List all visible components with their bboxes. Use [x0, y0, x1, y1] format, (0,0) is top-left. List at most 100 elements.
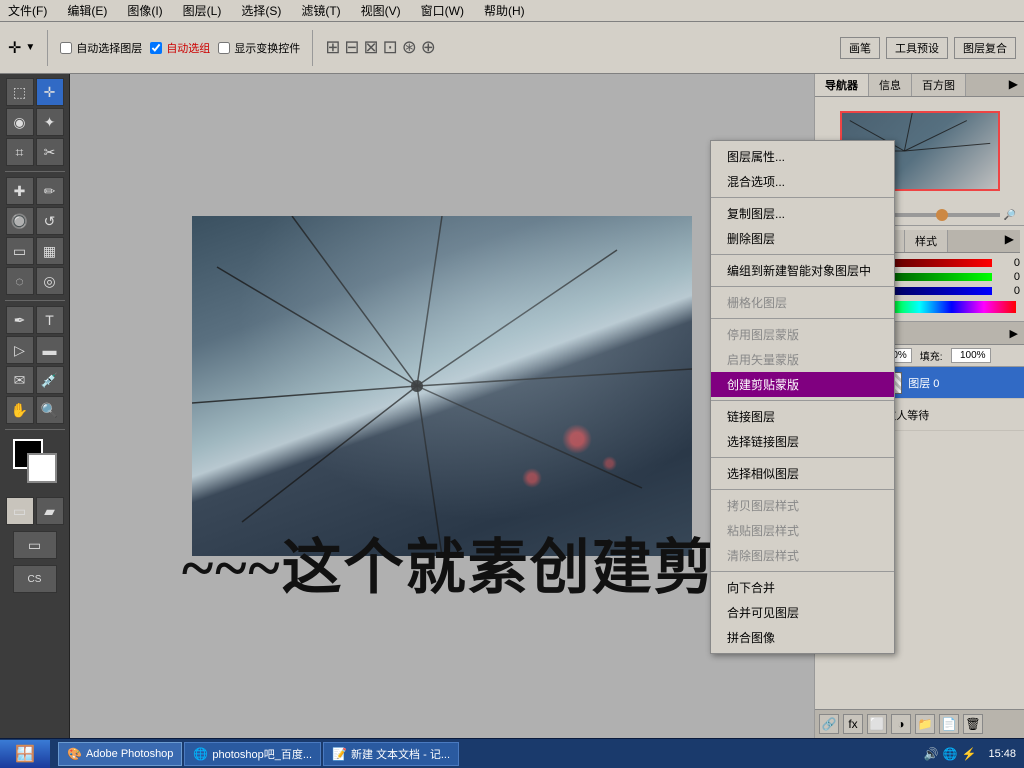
show-transform[interactable]: 显示变换控件 [218, 40, 300, 56]
dodge-tool[interactable]: ◎ [36, 267, 64, 295]
menu-window[interactable]: 窗口(W) [417, 0, 468, 21]
toolbar-sep-2 [312, 30, 313, 66]
add-mask-btn[interactable]: ⬜ [867, 714, 887, 734]
blur-tool[interactable]: ◌ [6, 267, 34, 295]
cs-btn[interactable]: CS [13, 565, 57, 593]
color-options-btn[interactable]: ▶ [999, 230, 1020, 252]
add-style-btn[interactable]: fx [843, 714, 863, 734]
menu-help[interactable]: 帮助(H) [480, 0, 529, 21]
start-button[interactable]: 🪟 [0, 740, 50, 768]
align-left-icon[interactable]: ⊞ [325, 37, 340, 58]
tab-navigator[interactable]: 导航器 [815, 74, 869, 96]
path-select-tool[interactable]: ▷ [6, 336, 34, 364]
ctx-select-linked[interactable]: 选择链接图层 [711, 429, 894, 454]
photo-canvas[interactable] [192, 216, 692, 556]
taskbar-notepad[interactable]: 📝 新建 文本文档 - 记... [323, 742, 459, 766]
ctx-select-similar[interactable]: 选择相似图层 [711, 461, 894, 486]
lasso-tool[interactable]: ◉ [6, 108, 34, 136]
move-tool-btn[interactable]: ✛ ▼ [8, 38, 35, 58]
screen-mode[interactable]: ▭ [13, 531, 57, 559]
brush-tool[interactable]: ✏ [36, 177, 64, 205]
magic-wand-tool[interactable]: ✦ [36, 108, 64, 136]
ctx-duplicate-layer[interactable]: 复制图层... [711, 201, 894, 226]
menu-select[interactable]: 选择(S) [237, 0, 285, 21]
layer-comp-btn[interactable]: 图层复合 [954, 37, 1016, 59]
auto-select-layer[interactable]: 自动选择图层 [60, 40, 142, 56]
zoom-in-icon[interactable]: 🔎 [1004, 210, 1016, 221]
ctx-flatten-image[interactable]: 拼合图像 [711, 625, 894, 650]
background-color[interactable] [27, 453, 57, 483]
fill-input[interactable] [951, 348, 991, 363]
auto-select-group[interactable]: 自动选组 [150, 40, 210, 56]
tray-icon-2: 🌐 [943, 747, 958, 761]
gradient-tool[interactable]: ▦ [36, 237, 64, 265]
tool-preset-btn[interactable]: 工具预设 [886, 37, 948, 59]
align-middle-icon[interactable]: ⊛ [402, 37, 417, 58]
tool-row-1: ⬚ ✛ [6, 78, 64, 106]
auto-select-group-checkbox[interactable] [150, 42, 162, 54]
toolbar: ✛ ▼ 自动选择图层 自动选组 显示变换控件 ⊞ ⊟ ⊠ ⊡ ⊛ ⊕ 画笔 工具… [0, 22, 1024, 74]
history-brush-tool[interactable]: ↺ [36, 207, 64, 235]
menu-edit[interactable]: 编辑(E) [63, 0, 111, 21]
tab-histogram[interactable]: 百方图 [912, 74, 966, 96]
tab-info[interactable]: 信息 [869, 74, 912, 96]
ctx-layer-properties[interactable]: 图层属性... [711, 144, 894, 169]
delete-layer-btn[interactable]: 🗑 [963, 714, 983, 734]
type-tool[interactable]: T [36, 306, 64, 334]
standard-mode[interactable]: ▭ [6, 497, 34, 525]
ctx-blending-options[interactable]: 混合选项... [711, 169, 894, 194]
ctx-delete-layer[interactable]: 删除图层 [711, 226, 894, 251]
windows-icon: 🪟 [15, 744, 35, 764]
quick-mask-mode[interactable]: ▰ [36, 497, 64, 525]
move-tool[interactable]: ✛ [36, 78, 64, 106]
layers-header-options: ▶ [1010, 327, 1018, 340]
ctx-sep-2 [711, 254, 894, 255]
align-bottom-icon[interactable]: ⊕ [421, 37, 436, 58]
auto-select-checkbox[interactable] [60, 42, 72, 54]
hand-tool[interactable]: ✋ [6, 396, 34, 424]
menu-image[interactable]: 图像(I) [123, 0, 166, 21]
align-center-icon[interactable]: ⊟ [344, 37, 359, 58]
ctx-rasterize: 栅格化图层 [711, 290, 894, 315]
notes-tool[interactable]: ✉ [6, 366, 34, 394]
stamp-tool[interactable]: 🔘 [6, 207, 34, 235]
slice-tool[interactable]: ✂ [36, 138, 64, 166]
zoom-tool[interactable]: 🔍 [36, 396, 64, 424]
eraser-tool[interactable]: ▭ [6, 237, 34, 265]
nav-slider-thumb [936, 209, 948, 221]
align-top-icon[interactable]: ⊡ [383, 37, 398, 58]
ctx-sep-6 [711, 457, 894, 458]
healing-brush-tool[interactable]: ✚ [6, 177, 34, 205]
ctx-link-layers[interactable]: 链接图层 [711, 404, 894, 429]
new-fill-btn[interactable]: ◑ [891, 714, 911, 734]
tab-styles[interactable]: 样式 [905, 230, 948, 252]
new-layer-btn[interactable]: 📄 [939, 714, 959, 734]
eyedropper-tool[interactable]: 💉 [36, 366, 64, 394]
align-right-icon[interactable]: ⊠ [364, 37, 379, 58]
panel-options-btn[interactable]: ▶ [1003, 74, 1024, 96]
tool-row-11: ✋ 🔍 [6, 396, 64, 424]
menu-layer[interactable]: 图层(L) [179, 0, 226, 21]
ctx-group-smart-object[interactable]: 编组到新建智能对象图层中 [711, 258, 894, 283]
context-menu: 图层属性... 混合选项... 复制图层... 删除图层 编组到新建智能对象图层… [710, 140, 895, 654]
layers-options-btn[interactable]: ▶ [1010, 327, 1018, 340]
g-value: 0 [996, 271, 1020, 283]
taskbar-photoshop[interactable]: 🎨 Adobe Photoshop [58, 742, 182, 766]
ctx-create-clipping-mask[interactable]: 创建剪贴蒙版 [711, 372, 894, 397]
crop-tool[interactable]: ⌗ [6, 138, 34, 166]
shape-tool[interactable]: ▬ [36, 336, 64, 364]
ctx-merge-down[interactable]: 向下合并 [711, 575, 894, 600]
link-layers-btn[interactable]: 🔗 [819, 714, 839, 734]
taskbar: 🪟 🎨 Adobe Photoshop 🌐 photoshop吧_百度... 📝… [0, 738, 1024, 768]
new-group-btn[interactable]: 📁 [915, 714, 935, 734]
menu-filter[interactable]: 滤镜(T) [297, 0, 344, 21]
taskbar-baidu[interactable]: 🌐 photoshop吧_百度... [184, 742, 321, 766]
brush-btn[interactable]: 画笔 [840, 37, 880, 59]
ctx-merge-visible[interactable]: 合并可见图层 [711, 600, 894, 625]
menu-view[interactable]: 视图(V) [357, 0, 405, 21]
pen-tool[interactable]: ✒ [6, 306, 34, 334]
menu-file[interactable]: 文件(F) [4, 0, 51, 21]
color-selector [13, 439, 57, 483]
show-transform-checkbox[interactable] [218, 42, 230, 54]
marquee-tool[interactable]: ⬚ [6, 78, 34, 106]
